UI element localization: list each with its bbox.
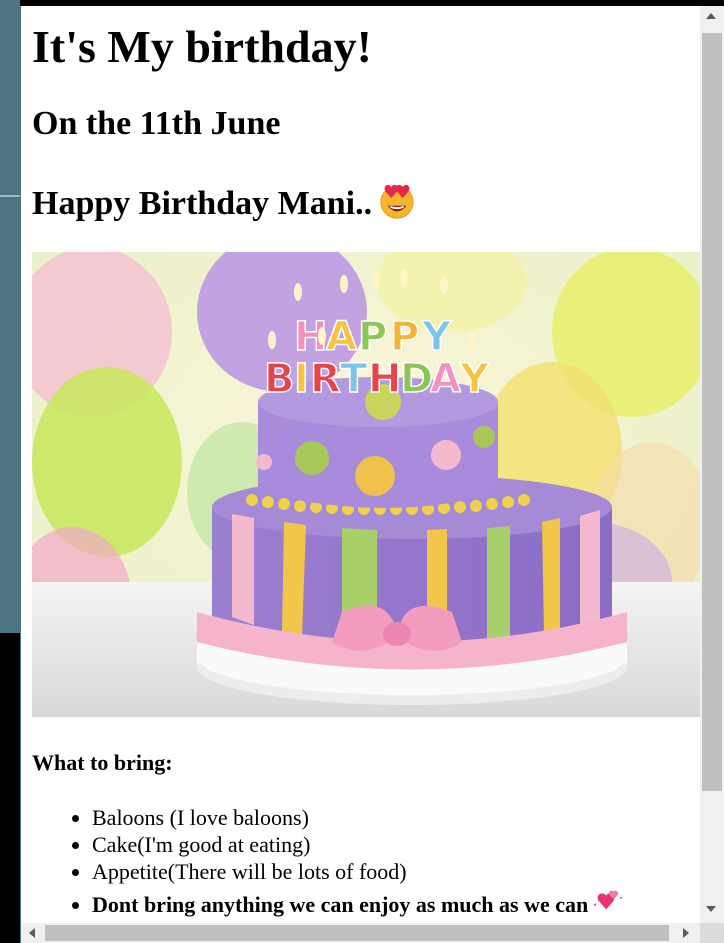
scroll-left-arrow-icon[interactable] [29,928,35,938]
what-to-bring-heading: What to bring: [32,750,173,775]
scrollbar-corner [700,923,724,943]
window-edge-shadow [0,633,20,943]
horizontal-scrollbar[interactable] [21,923,700,943]
svg-text:P: P [390,314,419,360]
svg-text:H: H [368,356,401,402]
svg-text:P: P [358,314,387,360]
window-edge [0,0,20,943]
svg-text:Y: Y [421,314,452,360]
svg-text:B: B [264,356,295,402]
list-item: Cake(I'm good at eating) [92,831,622,858]
bring-list: Baloons (I love baloons) Cake(I'm good a… [32,804,623,918]
list-item: Dont bring anything we can enjoy as much… [92,889,623,918]
scroll-down-arrow-icon[interactable] [706,906,716,912]
svg-text:Y: Y [459,356,490,402]
list-item-text: Dont bring anything we can enjoy as much… [92,892,589,917]
svg-text:D: D [400,356,433,402]
vertical-scroll-thumb[interactable] [702,33,722,791]
horizontal-scroll-thumb[interactable] [45,925,669,941]
svg-text:T: T [340,356,368,402]
list-item: Appetite(There will be lots of food) [92,858,622,885]
heart-eyes-emoji-icon [380,184,414,219]
birthday-cake-image: H A P P Y B I R T H D A Y [32,252,700,717]
vertical-scrollbar[interactable] [700,6,724,923]
birthday-wish: Happy Birthday Mani.. [32,182,416,223]
svg-text:A: A [430,356,461,402]
birthday-date: On the 11th June [32,105,281,142]
scroll-up-arrow-icon[interactable] [706,13,716,19]
two-hearts-emoji-icon [594,890,623,910]
list-item: Baloons (I love baloons) [92,804,622,831]
page-viewport: It's My birthday! On the 11th June Happy… [21,6,700,923]
svg-text:R: R [310,356,341,402]
scroll-right-arrow-icon[interactable] [683,928,689,938]
birthday-wish-text: Happy Birthday Mani.. [32,185,373,222]
svg-text:A: A [326,314,357,360]
svg-text:I: I [294,356,309,402]
page-title: It's My birthday! [32,21,372,72]
window-edge-divider [0,195,20,197]
